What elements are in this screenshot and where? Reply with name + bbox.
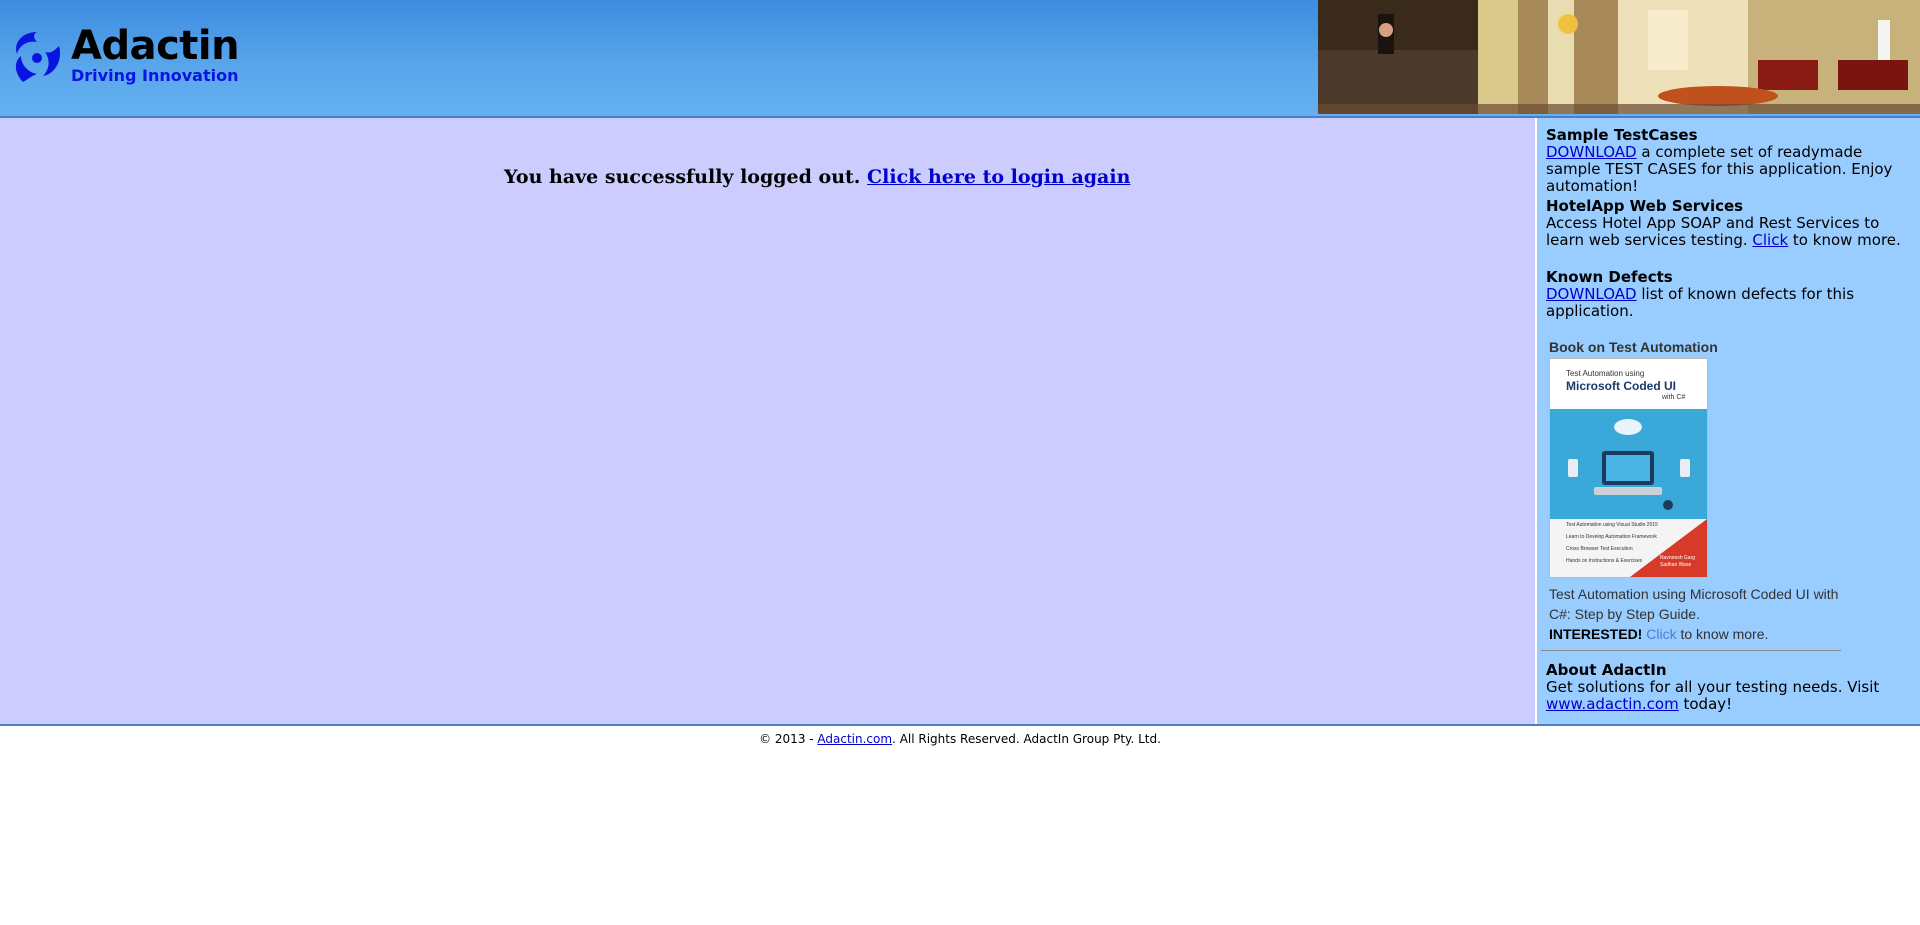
known-defects-heading: Known Defects (1546, 268, 1673, 286)
about-section: About AdactIn Get solutions for all your… (1546, 662, 1906, 713)
hotel-lobby-image (1318, 0, 1920, 114)
hotel-lobby-banner (1318, 0, 1920, 114)
web-services-body: Access Hotel App SOAP and Rest Services … (1546, 215, 1906, 249)
web-services-section: HotelApp Web Services Access Hotel App S… (1546, 198, 1906, 249)
sidebar-divider (1541, 650, 1841, 651)
main-content: You have successfully logged out. Click … (0, 118, 1535, 724)
adactin-swirl-icon (15, 32, 61, 82)
sidebar: Sample TestCases DOWNLOAD a complete set… (1537, 118, 1920, 724)
book-cover-title: Microsoft Coded UI (1566, 379, 1676, 393)
book-cover-illustration (1568, 419, 1690, 510)
logout-text: You have successfully logged out. (504, 166, 868, 188)
web-services-click-link[interactable]: Click (1752, 231, 1788, 249)
book-heading: Book on Test Automation (1549, 339, 1718, 355)
book-text-after: to know more. (1676, 626, 1769, 642)
sample-testcases-body: DOWNLOAD a complete set of readymade sam… (1546, 144, 1916, 195)
book-cover-image[interactable]: Test Automation using Microsoft Coded UI… (1549, 358, 1708, 578)
logout-message: You have successfully logged out. Click … (504, 166, 1130, 188)
footer-copyright-suffix: . All Rights Reserved. AdactIn Group Pty… (892, 732, 1161, 746)
about-body: Get solutions for all your testing needs… (1546, 679, 1906, 713)
sample-testcases-download-link[interactable]: DOWNLOAD (1546, 143, 1637, 161)
adactin-logo: Adactin Driving Innovation (9, 23, 240, 88)
known-defects-download-link[interactable]: DOWNLOAD (1546, 285, 1637, 303)
web-services-heading: HotelApp Web Services (1546, 197, 1744, 215)
book-description-text: Test Automation using Microsoft Coded UI… (1549, 586, 1839, 622)
book-cover-authors: Navneesh Garg Sadhan Wase (1660, 555, 1696, 568)
footer: © 2013 - Adactin.com. All Rights Reserve… (0, 732, 1920, 746)
sample-testcases-heading: Sample TestCases (1546, 126, 1698, 144)
site-header: Adactin Driving Innovation (0, 0, 1920, 118)
sample-testcases-section: Sample TestCases DOWNLOAD a complete set… (1546, 127, 1916, 195)
footer-adactin-link[interactable]: Adactin.com (817, 732, 892, 746)
book-cover-sub: with C# (1662, 394, 1686, 401)
logo-tagline: Driving Innovation (71, 66, 239, 85)
book-description: Test Automation using Microsoft Coded UI… (1549, 584, 1839, 644)
book-click-link[interactable]: Click (1646, 626, 1676, 642)
about-text: Get solutions for all your testing needs… (1546, 678, 1880, 696)
adactin-website-link[interactable]: www.adactin.com (1546, 695, 1679, 713)
footer-copyright-prefix: © 2013 - (759, 732, 818, 746)
about-heading: About AdactIn (1546, 661, 1667, 679)
web-services-text-after: to know more. (1788, 231, 1901, 249)
known-defects-section: Known Defects DOWNLOAD list of known def… (1546, 269, 1876, 320)
logo-text: Adactin (71, 23, 240, 69)
login-again-link[interactable]: Click here to login again (867, 166, 1130, 188)
footer-divider (0, 724, 1920, 726)
book-cover-top: Test Automation using (1566, 369, 1645, 378)
book-interested-label: INTERESTED! (1549, 626, 1643, 642)
known-defects-body: DOWNLOAD list of known defects for this … (1546, 286, 1876, 320)
about-text-after: today! (1678, 695, 1733, 713)
